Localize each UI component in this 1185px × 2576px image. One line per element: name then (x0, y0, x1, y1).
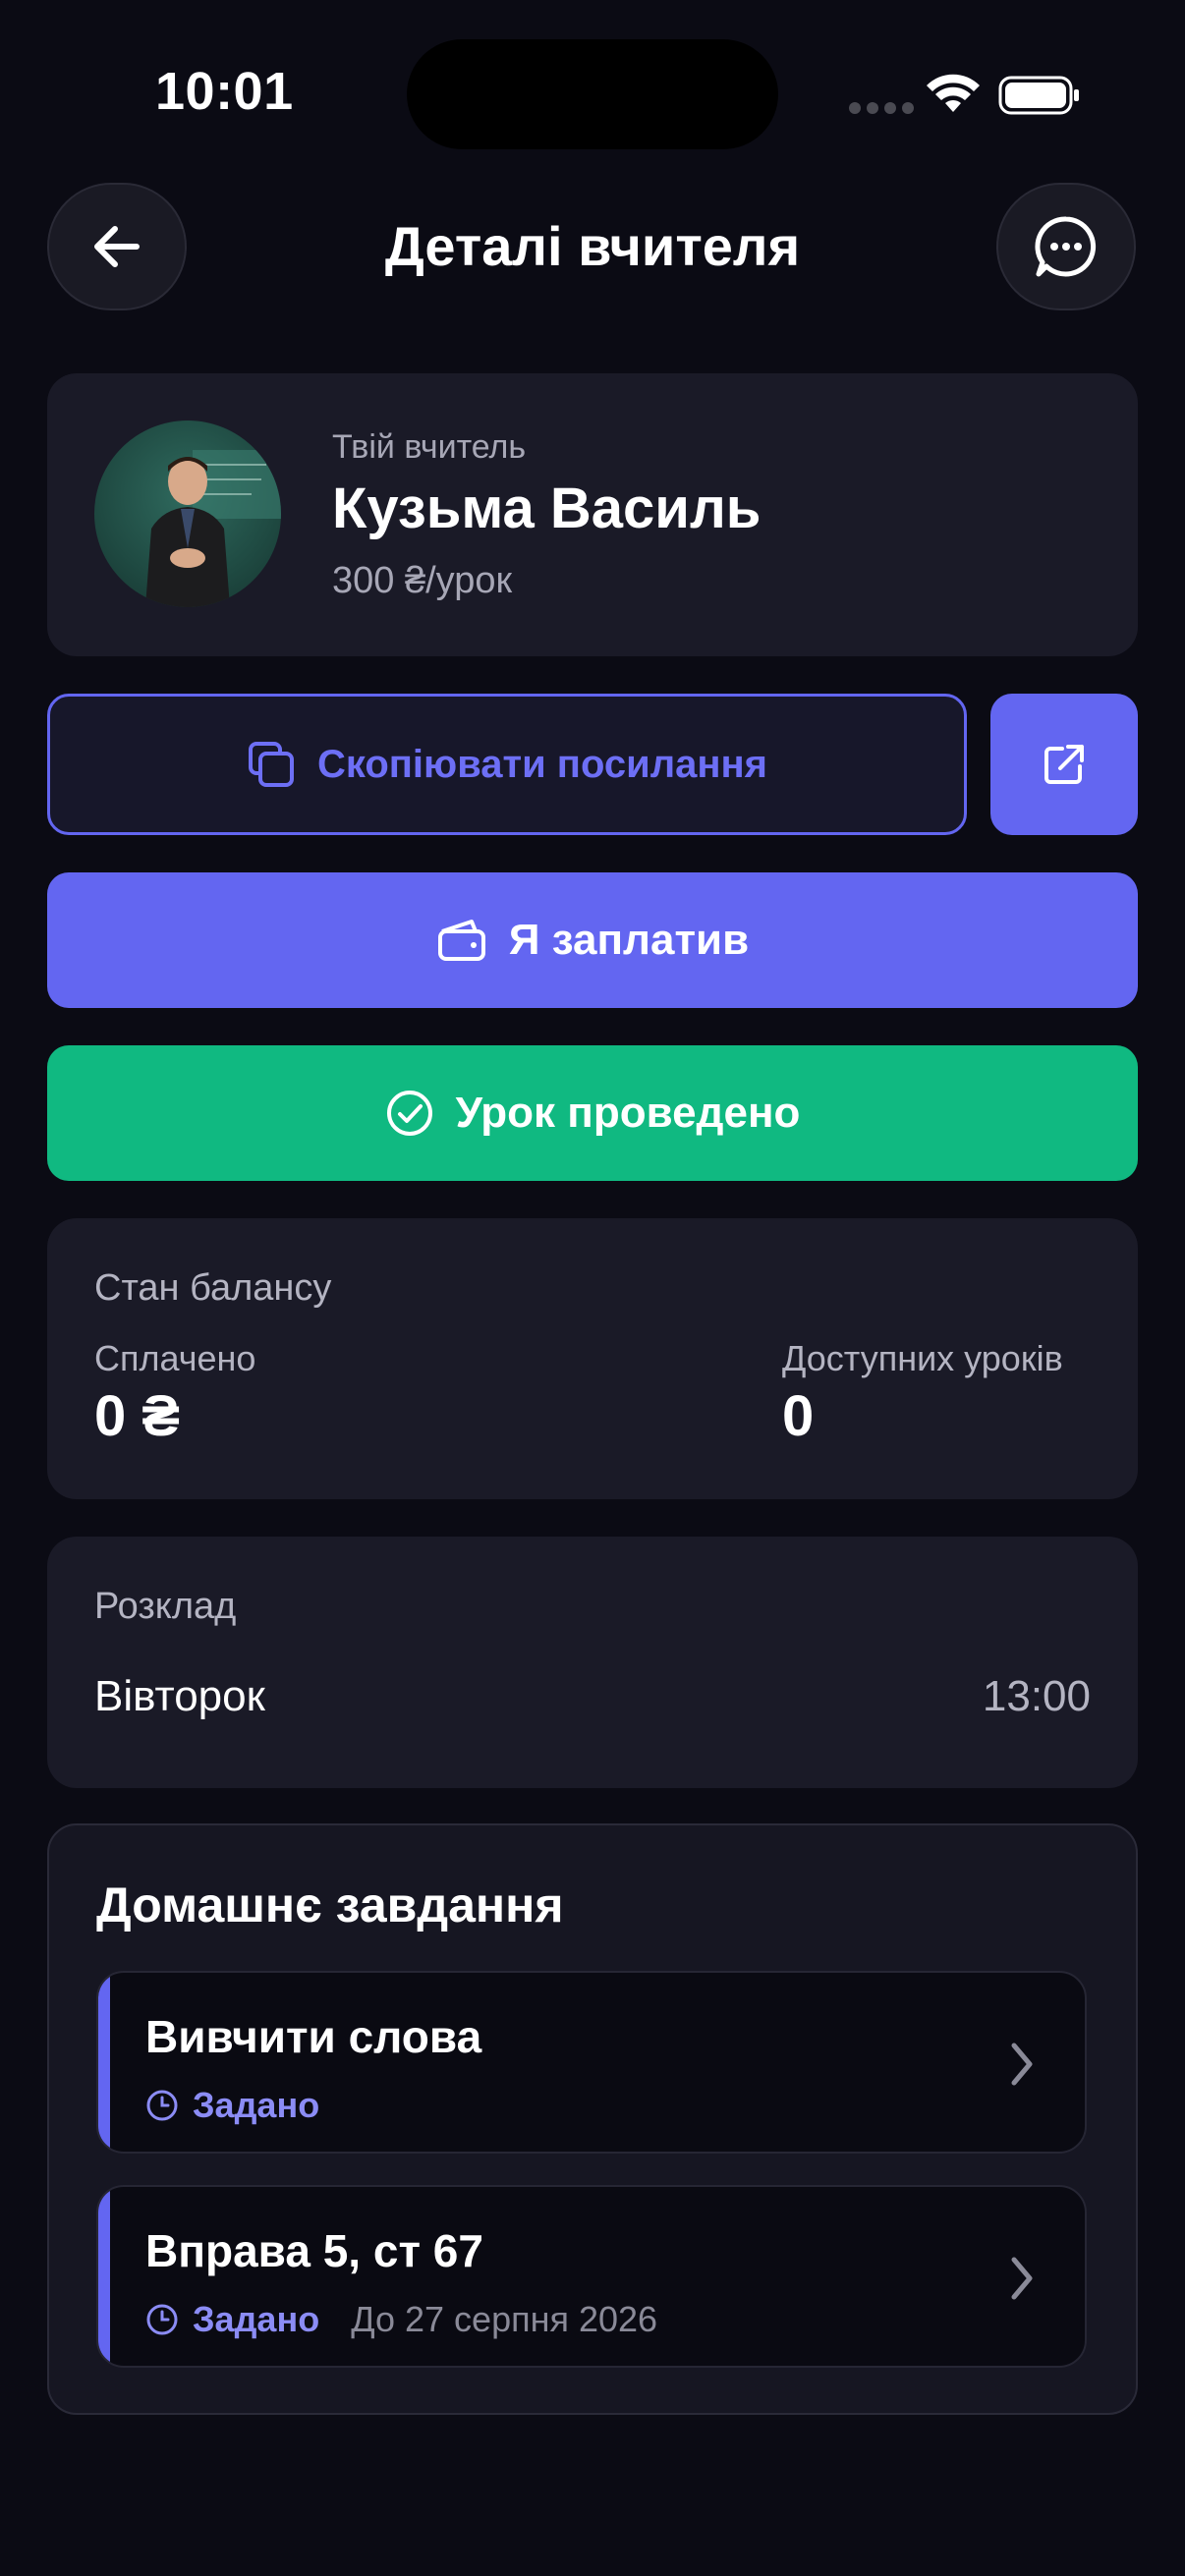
teacher-price: 300 ₴/урок (332, 560, 513, 601)
homework-item-due-date: До 27 серпня 2026 (351, 2299, 658, 2339)
chevron-right-icon (1011, 2043, 1033, 2086)
copy-link-button[interactable]: Скопіювати посилання (47, 694, 967, 835)
external-link-icon (1044, 745, 1084, 784)
schedule-card: Розклад Вівторок 13:00 (47, 1537, 1138, 1788)
lesson-done-label: Урок проведено (455, 1089, 801, 1137)
cellular-signal-icon (849, 102, 914, 114)
teacher-details-screen: 10:01 Деталі вчителя Твій вчитель Кузьма… (0, 0, 1185, 2576)
balance-title: Стан балансу (94, 1267, 332, 1309)
teacher-card: Твій вчитель Кузьма Василь 300 ₴/урок (47, 373, 1138, 656)
balance-card: Стан балансу Сплачено 0 ₴ Доступних урок… (47, 1218, 1138, 1499)
homework-item[interactable]: Вправа 5, ст 67 Задано До 27 серпня 2026 (96, 2185, 1087, 2368)
homework-item[interactable]: Вивчити слова Задано (96, 1971, 1087, 2154)
paid-value: 0 ₴ (94, 1384, 181, 1448)
chat-button[interactable] (996, 183, 1136, 310)
dynamic-island (407, 39, 778, 149)
homework-item-status: Задано (193, 2085, 320, 2125)
i-paid-label: Я заплатив (508, 916, 750, 964)
clock-icon (146, 2090, 178, 2121)
homework-title: Домашнє завдання (96, 1877, 564, 1932)
teacher-avatar (94, 420, 281, 607)
status-time: 10:01 (155, 62, 294, 121)
homework-item-meta: Задано До 27 серпня 2026 (145, 2299, 657, 2340)
homework-item-name: Вправа 5, ст 67 (145, 2225, 483, 2276)
homework-item-status: Задано (193, 2299, 320, 2339)
teacher-subtitle: Твій вчитель (332, 428, 527, 466)
chat-bubble-icon (1035, 216, 1097, 277)
copy-link-label: Скопіювати посилання (316, 742, 768, 786)
battery-icon (998, 76, 1079, 115)
schedule-day: Вівторок (94, 1672, 265, 1720)
wifi-icon (927, 74, 980, 112)
chevron-right-icon (1011, 2257, 1033, 2300)
check-circle-icon (386, 1091, 432, 1136)
available-lessons-value: 0 (782, 1384, 815, 1448)
homework-card: Домашнє завдання Вивчити слова Задано Вп… (47, 1823, 1138, 2415)
open-link-button[interactable] (990, 694, 1138, 835)
homework-item-name: Вивчити слова (145, 2011, 482, 2062)
lesson-done-button[interactable]: Урок проведено (47, 1045, 1138, 1181)
teacher-name: Кузьма Василь (332, 476, 762, 540)
schedule-title: Розклад (94, 1586, 237, 1627)
status-bar: 10:01 (0, 0, 1185, 177)
available-lessons-label: Доступних уроків (782, 1338, 1063, 1378)
wallet-icon (437, 920, 485, 961)
copy-icon (248, 742, 294, 787)
i-paid-button[interactable]: Я заплатив (47, 872, 1138, 1008)
schedule-time: 13:00 (982, 1672, 1091, 1720)
clock-icon (146, 2304, 178, 2335)
homework-item-meta: Задано (145, 2085, 319, 2126)
paid-label: Сплачено (94, 1338, 256, 1378)
